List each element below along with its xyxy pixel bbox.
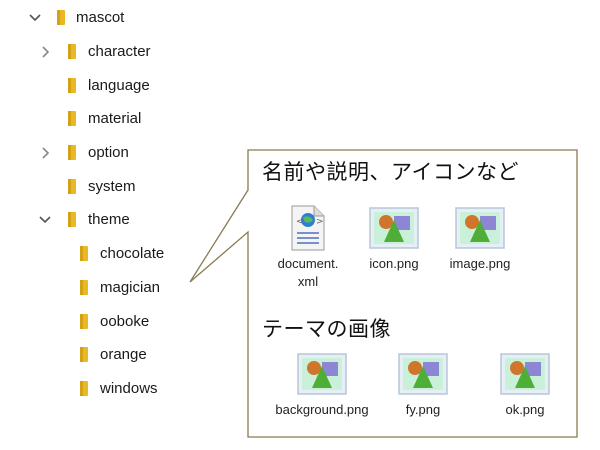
file-name: background.png [275, 402, 369, 417]
png-image-icon [455, 207, 505, 249]
png-image-icon [297, 353, 347, 395]
file-ok-png[interactable]: ok.png [490, 350, 560, 419]
xml-document-icon: < > [291, 205, 325, 251]
callout-section1-title: 名前や説明、アイコンなど [262, 160, 519, 184]
file-name: ok.png [505, 402, 545, 417]
file-background-png[interactable]: background.png [258, 350, 386, 419]
file-image-png[interactable]: image.png [440, 204, 520, 273]
png-image-icon [500, 353, 550, 395]
svg-text:<: < [296, 217, 304, 227]
png-image-icon [398, 353, 448, 395]
file-icon-png[interactable]: icon.png [358, 204, 430, 273]
file-name: xml [297, 274, 319, 289]
png-image-icon [369, 207, 419, 249]
file-name: fy.png [405, 402, 441, 417]
file-document-xml[interactable]: < > document. xml [268, 204, 348, 291]
file-fy-png[interactable]: fy.png [388, 350, 458, 419]
file-name: icon.png [369, 256, 419, 271]
file-name: document. [277, 256, 339, 271]
callout-section2-title: テーマの画像 [262, 317, 391, 341]
file-name: image.png [449, 256, 511, 271]
svg-text:>: > [316, 217, 324, 227]
